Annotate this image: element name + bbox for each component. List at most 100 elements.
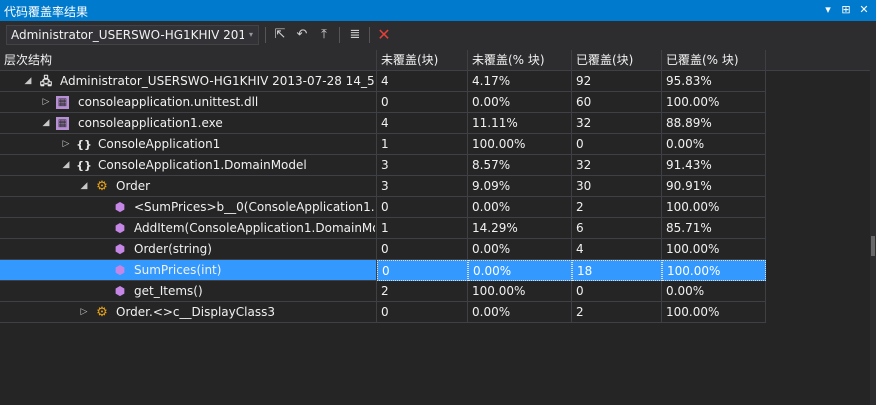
ns-icon: {} [76, 159, 92, 172]
not-covered-pct-cell: 100.00% [468, 281, 572, 302]
expand-icon[interactable]: ▷ [60, 134, 72, 155]
color-code-icon[interactable]: ≣ [345, 25, 365, 45]
covered-blocks-cell: 18 [572, 260, 662, 281]
collapse-icon[interactable]: ◢ [78, 176, 90, 197]
column-header-not-covered-pct[interactable]: 未覆盖(% 块) [468, 50, 572, 71]
not-covered-pct-cell: 14.29% [468, 218, 572, 239]
method-icon: ⬢ [114, 221, 126, 235]
node-name: Order(string) [134, 242, 212, 256]
covered-pct-cell: 0.00% [662, 134, 766, 155]
results-selector-combo[interactable]: Administrator_USERSWO-HG1KHIV 2013 ▾ [6, 25, 259, 45]
hierarchy-cell[interactable]: ▷ ⚙ Order.<>c__DisplayClass3 [0, 302, 377, 323]
expand-icon[interactable]: ▷ [78, 302, 90, 323]
column-header-covered-pct[interactable]: 已覆盖(% 块) [662, 50, 766, 71]
hierarchy-cell[interactable]: ⬢ <SumPrices>b__0(ConsoleApplication1.D..… [0, 197, 377, 218]
method-icon: ⬢ [114, 200, 126, 214]
results-selector-value: Administrator_USERSWO-HG1KHIV 2013 [11, 28, 254, 42]
ns-icon: {} [76, 138, 92, 151]
hierarchy-cell[interactable]: ⬢ Order(string) [0, 239, 377, 260]
node-name: get_Items() [134, 284, 203, 298]
not-covered-pct-cell: 0.00% [468, 260, 572, 281]
node-name: Order [116, 179, 151, 193]
pin-icon[interactable]: ⊞ [838, 1, 854, 19]
covered-pct-cell: 100.00% [662, 260, 766, 281]
toolbar: Administrator_USERSWO-HG1KHIV 2013 ▾ ⇱ ↶… [0, 21, 876, 50]
covered-pct-cell: 85.71% [662, 218, 766, 239]
table-row[interactable]: ⬢ SumPrices(int) 0 0.00% 18 100.00% [0, 260, 766, 281]
table-row[interactable]: ▷ {} ConsoleApplication1 1 100.00% 0 0.00% [0, 134, 766, 155]
node-name: consoleapplication1.exe [78, 116, 223, 130]
remove-results-icon[interactable]: ✕ [374, 25, 394, 45]
not-covered-blocks-cell: 2 [377, 281, 468, 302]
node-name: ConsoleApplication1 [98, 137, 221, 151]
table-row[interactable]: ◢ 🖧 Administrator_USERSWO-HG1KHIV 2013-07-… [0, 71, 766, 92]
column-header-not-covered-blocks[interactable]: 未覆盖(块) [377, 50, 468, 71]
not-covered-blocks-cell: 0 [377, 302, 468, 323]
table-row[interactable]: ⬢ AddItem(ConsoleApplication1.DomainMo...… [0, 218, 766, 239]
import-results-icon[interactable]: ↶ [292, 25, 312, 45]
asm-icon: ▦ [56, 96, 69, 109]
method-icon: ⬢ [114, 263, 126, 277]
close-icon[interactable]: ✕ [856, 1, 872, 19]
export-results-icon[interactable]: ⇱ [270, 25, 290, 45]
not-covered-pct-cell: 8.57% [468, 155, 572, 176]
chevron-down-icon[interactable]: ▾ [244, 26, 258, 44]
covered-pct-cell: 91.43% [662, 155, 766, 176]
hierarchy-cell[interactable]: ⬢ AddItem(ConsoleApplication1.DomainMo... [0, 218, 377, 239]
not-covered-blocks-cell: 0 [377, 239, 468, 260]
no-expander [96, 281, 108, 302]
covered-blocks-cell: 32 [572, 113, 662, 134]
covered-pct-cell: 95.83% [662, 71, 766, 92]
coverage-results-grid: 层次结构 未覆盖(块) 未覆盖(% 块) 已覆盖(块) 已覆盖(% 块) ◢ 🖧 A… [0, 50, 876, 405]
covered-pct-cell: 88.89% [662, 113, 766, 134]
tool-window-title-bar[interactable]: 代码覆盖率结果 ▾ ⊞ ✕ [0, 0, 876, 21]
not-covered-pct-cell: 0.00% [468, 92, 572, 113]
toolbar-separator [339, 27, 340, 43]
hierarchy-cell[interactable]: ◢ ⚙ Order [0, 176, 377, 197]
table-row[interactable]: ⬢ get_Items() 2 100.00% 0 0.00% [0, 281, 766, 302]
collapse-icon[interactable]: ◢ [22, 71, 34, 92]
not-covered-pct-cell: 11.11% [468, 113, 572, 134]
table-row[interactable]: ▷ ▦ consoleapplication.unittest.dll 0 0.00% 6… [0, 92, 766, 113]
window-menu-dropdown-icon[interactable]: ▾ [820, 1, 836, 19]
not-covered-blocks-cell: 3 [377, 155, 468, 176]
machine-icon: 🖧 [39, 75, 53, 88]
covered-blocks-cell: 0 [572, 134, 662, 155]
scrollbar-thumb[interactable] [871, 236, 875, 256]
cls-icon: ⚙ [96, 179, 108, 194]
not-covered-blocks-cell: 1 [377, 134, 468, 155]
window-title: 代码覆盖率结果 [4, 5, 89, 19]
table-row[interactable]: ▷ ⚙ Order.<>c__DisplayClass3 0 0.00% 2 100.00% [0, 302, 766, 323]
table-row[interactable]: ◢ ▦ consoleapplication1.exe 4 11.11% 32 88.89% [0, 113, 766, 134]
collapse-icon[interactable]: ◢ [40, 113, 52, 134]
no-expander [96, 218, 108, 239]
not-covered-pct-cell: 0.00% [468, 239, 572, 260]
column-header-hierarchy[interactable]: 层次结构 [0, 50, 377, 71]
table-row[interactable]: ⬢ Order(string) 0 0.00% 4 100.00% [0, 239, 766, 260]
table-row[interactable]: ◢ {} ConsoleApplication1.DomainModel 3 8.57%… [0, 155, 766, 176]
covered-pct-cell: 100.00% [662, 302, 766, 323]
method-icon: ⬢ [114, 242, 126, 256]
table-row[interactable]: ⬢ <SumPrices>b__0(ConsoleApplication1.D..… [0, 197, 766, 218]
hierarchy-cell[interactable]: ◢ {} ConsoleApplication1.DomainModel [0, 155, 377, 176]
hierarchy-cell[interactable]: ◢ ▦ consoleapplication1.exe [0, 113, 377, 134]
column-header-covered-blocks[interactable]: 已覆盖(块) [572, 50, 662, 71]
not-covered-pct-cell: 0.00% [468, 302, 572, 323]
not-covered-pct-cell: 100.00% [468, 134, 572, 155]
expand-icon[interactable]: ▷ [40, 92, 52, 113]
hierarchy-cell[interactable]: ▷ {} ConsoleApplication1 [0, 134, 377, 155]
hierarchy-cell[interactable]: ⬢ SumPrices(int) [0, 260, 377, 281]
node-name: consoleapplication.unittest.dll [78, 95, 259, 109]
collapse-icon[interactable]: ◢ [60, 155, 72, 176]
no-expander [96, 260, 108, 281]
node-name: SumPrices(int) [134, 263, 222, 277]
hierarchy-cell[interactable]: ▷ ▦ consoleapplication.unittest.dll [0, 92, 377, 113]
vertical-scrollbar[interactable] [870, 50, 876, 405]
merge-results-icon[interactable]: ⤒ [314, 25, 334, 45]
table-row[interactable]: ◢ ⚙ Order 3 9.09% 30 90.91% [0, 176, 766, 197]
hierarchy-cell[interactable]: ◢ 🖧 Administrator_USERSWO-HG1KHIV 2013-07-… [0, 71, 377, 92]
covered-blocks-cell: 30 [572, 176, 662, 197]
not-covered-blocks-cell: 0 [377, 260, 468, 281]
hierarchy-cell[interactable]: ⬢ get_Items() [0, 281, 377, 302]
covered-pct-cell: 100.00% [662, 92, 766, 113]
